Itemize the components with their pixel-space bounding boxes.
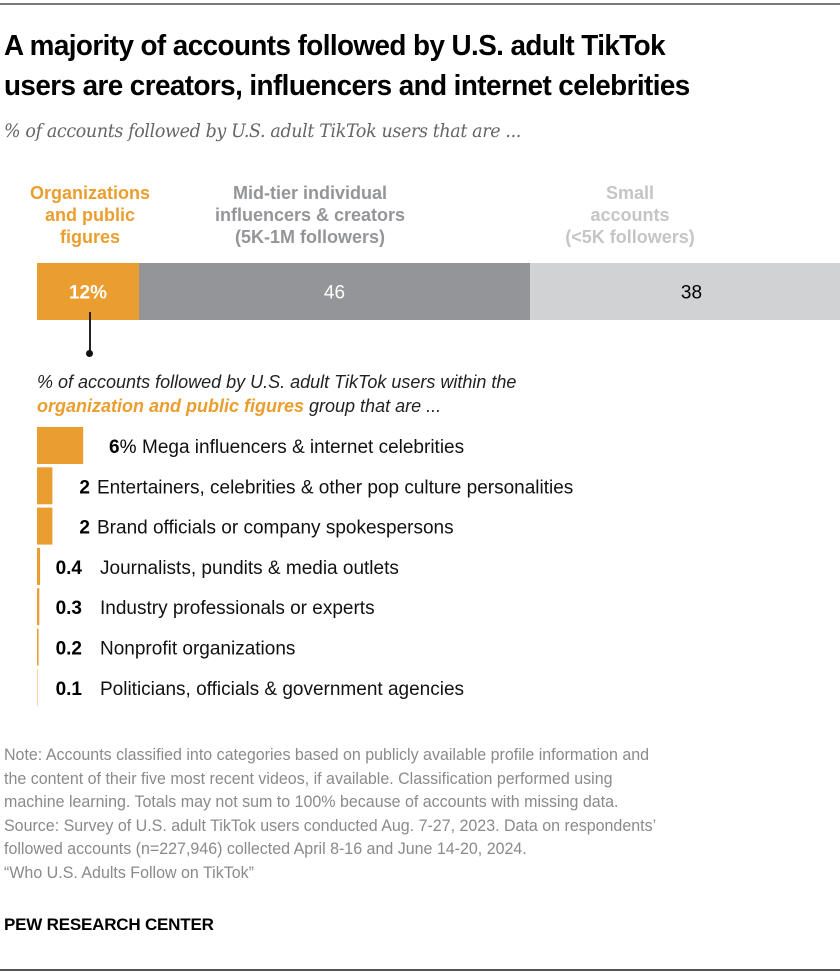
segment-label-line: (5K-1M followers) <box>234 227 385 247</box>
breakdown-bar <box>37 467 53 505</box>
source-line: Source: Survey of U.S. adult TikTok user… <box>4 816 657 835</box>
notes-block: Note: Accounts classified into categorie… <box>4 744 834 885</box>
breakdown-category-label: Nonprofit organizations <box>100 639 295 660</box>
segment-label-line: accounts <box>590 205 670 225</box>
bar-value-label: 12% <box>69 283 107 304</box>
segment-label-line: Small <box>605 183 655 203</box>
connector-line <box>89 312 91 354</box>
segment-label-line: Organizations <box>29 183 150 203</box>
segment-label-line: influencers & creators <box>214 205 406 225</box>
chart-subtitle: % of accounts followed by U.S. adult Tik… <box>4 120 521 142</box>
bar-value-label: 38 <box>681 283 702 304</box>
breakdown-bar <box>37 668 38 706</box>
bottom-rule <box>0 969 840 971</box>
segment-label-line: Mid-tier individual <box>232 183 387 203</box>
breakdown-category-label: Journalists, pundits & media outlets <box>100 558 399 579</box>
breakdown-value-label: 0.1 <box>56 679 83 700</box>
breakdown-value-label: 0.3 <box>56 598 82 619</box>
bar-value-label: 46 <box>324 283 345 304</box>
breakdown-title-highlight: organization and public figures <box>37 396 305 416</box>
breakdown-title-rest: group that are ... <box>304 396 442 416</box>
breakdown-bar <box>37 427 84 464</box>
stacked-bar-chart: 12% 46 38 <box>37 263 840 320</box>
breakdown-bar <box>37 507 53 545</box>
breakdown-value-label: 2 <box>79 477 90 498</box>
segment-label-line: (<5K followers) <box>565 227 695 247</box>
report-title-line: “Who U.S. Adults Follow on TikTok” <box>4 863 254 882</box>
note-line: the content of their five most recent vi… <box>4 769 613 788</box>
breakdown-bar <box>37 547 41 585</box>
segment-label-mid-tier: Mid-tier individual influencers & creato… <box>180 182 440 248</box>
top-rule <box>0 3 840 5</box>
note-line: machine learning. Totals may not sum to … <box>4 793 619 811</box>
chart-title: A majority of accounts followed by U.S. … <box>4 26 801 106</box>
segment-label-small: Small accounts (<5K followers) <box>530 182 730 248</box>
breakdown-category-label: Entertainers, celebrities & other pop cu… <box>97 477 573 498</box>
breakdown-bar <box>37 588 40 626</box>
breakdown-value-label: 6% <box>109 437 137 458</box>
note-line: Note: Accounts classified into categorie… <box>4 746 650 764</box>
title-line-1: A majority of accounts followed by U.S. … <box>4 30 666 62</box>
breakdown-bar-chart: 6% Mega influencers & internet celebritie… <box>37 427 573 706</box>
connector-dot <box>86 350 93 357</box>
segment-label-organizations: Organizations and public figures <box>20 182 160 248</box>
breakdown-category-label: Brand officials or company spokespersons <box>97 518 454 539</box>
breakdown-title-line-1: % of accounts followed by U.S. adult Tik… <box>37 372 517 392</box>
source-line: followed accounts (n=227,946) collected … <box>4 840 527 858</box>
breakdown-category-label: Politicians, officials & government agen… <box>100 679 464 700</box>
breakdown-value-label: 0.2 <box>56 639 82 660</box>
breakdown-title: % of accounts followed by U.S. adult Tik… <box>37 370 516 418</box>
breakdown-category-label: Industry professionals or experts <box>100 598 375 619</box>
brand-logo-text: PEW RESEARCH CENTER <box>4 915 214 934</box>
breakdown-bar <box>37 628 39 666</box>
breakdown-value-label: 0.4 <box>56 558 83 579</box>
segment-label-line: figures <box>59 227 120 247</box>
title-line-2: users are creators, influencers and inte… <box>4 70 690 102</box>
breakdown-value-label: 2 <box>79 518 90 539</box>
segment-label-line: and public <box>45 205 135 225</box>
breakdown-title-line-2: organization and public figures group th… <box>37 394 516 418</box>
breakdown-category-label: Mega influencers & internet celebrities <box>142 437 464 458</box>
